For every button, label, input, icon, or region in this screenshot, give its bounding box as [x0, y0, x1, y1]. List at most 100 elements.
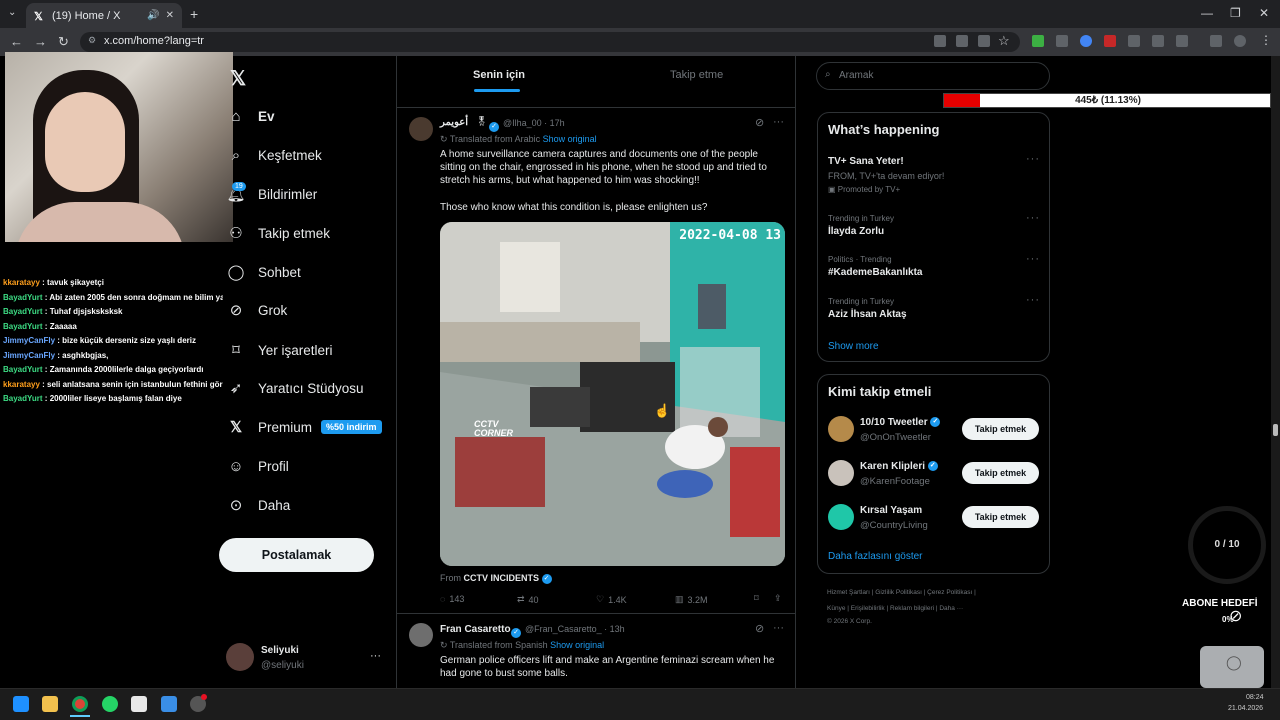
reload-icon[interactable]: ↻ [58, 34, 69, 50]
nav-home[interactable]: ⌂ Ev [226, 104, 274, 128]
taskbar-time[interactable]: 08:24 [1246, 694, 1264, 701]
tweet1-show-original[interactable]: Show original [543, 134, 597, 144]
tab-search-icon[interactable]: ⌄ [8, 7, 16, 18]
footer-links-1[interactable]: Hizmet Şartları | Gizlilik Politikası | … [827, 589, 976, 596]
extension-gamepad-icon[interactable] [1056, 35, 1068, 47]
new-tab-icon[interactable]: + [190, 6, 198, 22]
media-control-icon[interactable] [1210, 35, 1222, 47]
account-menu-icon[interactable]: ··· [370, 650, 381, 662]
tweet2-show-original[interactable]: Show original [550, 640, 604, 650]
browser-tab[interactable]: 𝕏 (19) Home / X 🔊 ✕ [26, 3, 182, 28]
suggest-3-avatar[interactable] [828, 504, 854, 530]
nav-creator-studio[interactable]: ➶ Yaratıcı Stüdyosu [226, 376, 364, 400]
site-info-icon[interactable]: ⚙ [88, 35, 96, 46]
suggest-1-name[interactable]: 10/10 Tweetler ✓ [860, 417, 941, 428]
tab-following[interactable]: Takip etme [670, 69, 723, 81]
chrome-icon[interactable] [72, 696, 88, 712]
suggest-3-follow-button[interactable]: Takip etmek [962, 506, 1039, 528]
account-name[interactable]: Seliyuki [261, 645, 299, 656]
nav-profile[interactable]: ☺ Profil [226, 454, 288, 478]
suggest-2-name[interactable]: Karen Klipleri ✓ [860, 461, 938, 472]
windows-start-icon[interactable] [13, 696, 29, 712]
file-explorer-icon[interactable] [42, 696, 58, 712]
tweet1-views-button[interactable]: ▥ 3.2M [675, 594, 708, 605]
nav-premium-label: Premium [258, 419, 313, 435]
extension-blue-icon[interactable] [1080, 35, 1092, 47]
footer-links-2[interactable]: Künye | Erişilebilirlik | Reklam bilgile… [827, 605, 963, 612]
tweet1-from-source[interactable]: CCTV INCIDENTS [464, 573, 540, 583]
bookmark-star-icon[interactable]: ☆ [998, 33, 1010, 49]
nav-bookmarks[interactable]: ⌑ Yer işaretleri [226, 338, 332, 362]
extension-z-icon[interactable] [1128, 35, 1140, 47]
tweet1-video[interactable]: 2022-04-08 13 CCTV CORNER [440, 222, 785, 566]
whatsapp-icon[interactable] [102, 696, 118, 712]
trend-1-more-icon[interactable]: ··· [1026, 153, 1040, 165]
tweet2-more-icon[interactable]: ··· [773, 622, 784, 634]
nav-follow[interactable]: ⚇ Takip etmek [226, 221, 330, 245]
tweet2-avatar[interactable] [409, 623, 433, 647]
cast-icon[interactable] [956, 35, 968, 47]
key-icon[interactable] [978, 35, 990, 47]
post-button[interactable]: Postalamak [219, 538, 374, 572]
speaker-icon[interactable]: 🔊 [147, 10, 159, 21]
follow-show-more[interactable]: Daha fazlasını göster [828, 551, 923, 562]
trends-show-more[interactable]: Show more [828, 341, 879, 352]
tweet1-avatar[interactable] [409, 117, 433, 141]
scrollbar-thumb[interactable] [1273, 424, 1278, 436]
nav-explore[interactable]: ⌕ Keşfetmek [226, 143, 322, 167]
tweet1-grok-icon[interactable]: ⊘ [755, 116, 764, 129]
back-icon[interactable]: ← [10, 34, 23, 49]
trend-1-title[interactable]: TV+ Sana Yeter! [828, 156, 904, 167]
trend-2-more-icon[interactable]: ··· [1026, 212, 1040, 224]
trend-4-more-icon[interactable]: ··· [1026, 294, 1040, 306]
trend-2-title[interactable]: İlayda Zorlu [828, 226, 884, 237]
whats-happening-panel [817, 112, 1050, 362]
account-avatar[interactable] [226, 643, 254, 671]
browser-menu-icon[interactable]: ⋮ [1260, 33, 1272, 47]
extensions-puzzle-icon[interactable] [1176, 35, 1188, 47]
photos-icon[interactable] [161, 696, 177, 712]
tweet1-repost-button[interactable]: ⇄ 40 [517, 594, 539, 605]
suggest-1-avatar[interactable] [828, 416, 854, 442]
minimize-icon[interactable]: — [1201, 6, 1213, 20]
page-scrollbar[interactable] [1271, 56, 1280, 688]
window-close-icon[interactable]: ✕ [1259, 6, 1269, 20]
x-logo-icon[interactable]: 𝕏 [230, 66, 246, 91]
trend-3-title[interactable]: #KademeBakanlıkta [828, 267, 923, 278]
suggest-2-avatar[interactable] [828, 460, 854, 486]
extension-red-icon[interactable] [1104, 35, 1116, 47]
suggest-1-follow-button[interactable]: Takip etmek [962, 418, 1039, 440]
suggest-1-name-label: 10/10 Tweetler [860, 417, 928, 428]
tab-close-icon[interactable]: ✕ [166, 10, 174, 21]
tweet2-author-name[interactable]: Fran Casaretto [440, 624, 511, 635]
premium-promo-badge: %50 indirim [321, 420, 382, 434]
search-input[interactable]: ⌕ Aramak [816, 62, 1050, 90]
tweet1-author-name[interactable]: أعويمر [440, 117, 468, 128]
account-handle: @seliyuki [261, 660, 304, 671]
nav-chat[interactable]: ◯ Sohbet [226, 260, 301, 284]
tweet1-more-icon[interactable]: ··· [773, 116, 784, 128]
chat-username: kkaratayy [3, 379, 40, 389]
suggest-3-name[interactable]: Kırsal Yaşam [860, 505, 922, 516]
tweet2-grok-icon[interactable]: ⊘ [755, 622, 764, 635]
taskbar-date[interactable]: 21.04.2026 [1228, 705, 1263, 712]
tweet1-like-button[interactable]: ♡ 1.4K [596, 594, 627, 605]
suggest-2-follow-button[interactable]: Takip etmek [962, 462, 1039, 484]
nav-premium[interactable]: 𝕏 Premium [226, 415, 312, 439]
nav-grok[interactable]: ⊘ Grok [226, 298, 288, 322]
tweet1-reply-button[interactable]: ◌ 143 [440, 594, 464, 604]
forward-icon[interactable]: → [34, 34, 47, 49]
extension-shield-icon[interactable] [1152, 35, 1164, 47]
tab-for-you[interactable]: Senin için [473, 69, 525, 81]
extension-green-icon[interactable] [1032, 35, 1044, 47]
url-bar[interactable]: ⚙ x.com/home?lang=tr [80, 32, 1020, 52]
profile-menu-icon[interactable] [1234, 35, 1246, 47]
notepad-icon[interactable] [131, 696, 147, 712]
nav-more[interactable]: ⊙ Daha [226, 493, 291, 517]
translate-icon[interactable] [934, 35, 946, 47]
tweet1-share-button[interactable]: ⇪ [774, 593, 782, 604]
tweet1-bookmark-button[interactable]: ⌑ [754, 593, 759, 604]
trend-3-more-icon[interactable]: ··· [1026, 253, 1040, 265]
trend-4-title[interactable]: Aziz İhsan Aktaş [828, 309, 907, 320]
restore-icon[interactable]: ❐ [1230, 6, 1241, 20]
